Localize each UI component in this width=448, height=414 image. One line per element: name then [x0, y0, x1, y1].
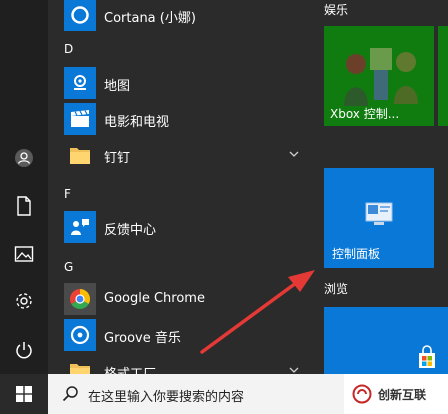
letter-header-d[interactable]: D — [64, 42, 73, 56]
user-account-button[interactable] — [0, 138, 48, 178]
document-icon — [17, 196, 31, 216]
start-left-rail — [0, 0, 48, 374]
power-button[interactable] — [0, 330, 48, 370]
groove-icon — [64, 319, 96, 351]
movies-icon — [64, 103, 96, 135]
pictures-icon — [14, 246, 34, 262]
start-button[interactable] — [0, 374, 48, 414]
app-item-format-factory[interactable]: 格式工厂 — [48, 353, 310, 374]
user-icon — [15, 149, 33, 167]
chevron-down-icon[interactable] — [288, 148, 300, 160]
documents-button[interactable] — [0, 186, 48, 226]
windows-logo-icon — [16, 386, 32, 402]
power-icon — [16, 342, 32, 359]
app-list: Cortana (小娜) D 地图 电影和电视 钉钉 F 反馈中心 G Goog… — [48, 0, 310, 374]
store-icon — [419, 345, 435, 368]
app-item-groove-music[interactable]: Groove 音乐 — [48, 317, 310, 353]
cortana-icon — [64, 0, 96, 31]
app-item-maps[interactable]: 地图 — [48, 65, 310, 101]
search-placeholder: 在这里输入你要搜索的内容 — [88, 390, 245, 405]
app-item-label: 格式工厂 — [104, 363, 156, 374]
app-item-dingtalk[interactable]: 钉钉 — [48, 137, 310, 173]
tile-control-panel[interactable]: 控制面板 — [324, 168, 434, 268]
tile-side-green[interactable] — [438, 26, 448, 126]
app-item-label: 钉钉 — [104, 151, 131, 166]
app-item-label: Groove 音乐 — [104, 331, 181, 346]
watermark-text: 创新互联 — [378, 387, 427, 402]
app-item-google-chrome[interactable]: Google Chrome — [48, 281, 310, 317]
chevron-down-icon[interactable] — [288, 364, 300, 374]
letter-header-f[interactable]: F — [64, 187, 71, 201]
maps-icon — [64, 67, 96, 99]
search-icon — [62, 386, 78, 402]
tile-xbox[interactable]: Xbox 控制... — [324, 26, 434, 126]
control-panel-icon — [365, 202, 393, 225]
tile-store[interactable] — [324, 307, 448, 374]
group-title-entertainment: 娱乐 — [324, 3, 349, 17]
folder-icon — [64, 139, 96, 171]
settings-button[interactable] — [0, 281, 48, 321]
watermark-logo-icon — [352, 384, 372, 404]
settings-icon — [16, 293, 32, 309]
app-item-cortana[interactable]: Cortana (小娜) — [48, 0, 310, 33]
app-item-label: 地图 — [104, 79, 131, 94]
chrome-icon — [64, 283, 96, 315]
group-title-browse: 浏览 — [324, 282, 349, 296]
app-item-feedback-hub[interactable]: 反馈中心 — [48, 209, 310, 245]
app-item-label: 反馈中心 — [104, 223, 157, 238]
tile-xbox-label: Xbox 控制... — [330, 107, 400, 121]
taskbar-search-box[interactable]: 在这里输入你要搜索的内容 — [48, 374, 344, 414]
tile-control-panel-label: 控制面板 — [332, 247, 381, 261]
tile-area: 娱乐 Xbox 控制... 控制面板 浏览 — [310, 0, 448, 374]
folder-icon — [64, 355, 96, 374]
watermark: 创新互联 — [344, 374, 448, 414]
app-item-label: Google Chrome — [104, 291, 205, 306]
app-item-label: Cortana (小娜) — [104, 11, 196, 26]
letter-header-g[interactable]: G — [64, 260, 73, 274]
pictures-button[interactable] — [0, 234, 48, 274]
app-item-label: 电影和电视 — [104, 115, 170, 130]
app-item-movies-tv[interactable]: 电影和电视 — [48, 101, 310, 137]
feedback-icon — [64, 211, 96, 243]
